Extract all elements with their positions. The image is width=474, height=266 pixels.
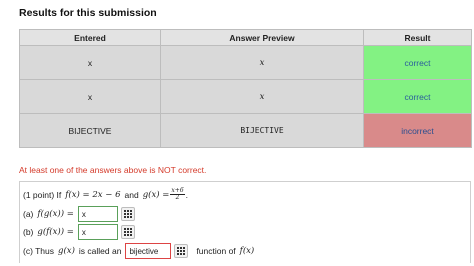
part-b-label: (b) — [23, 227, 34, 237]
table-row: BIJECTIVE BIJECTIVE incorrect — [19, 113, 472, 148]
g-fraction: x+6 2 — [170, 188, 185, 201]
table-row: x x correct — [19, 79, 472, 114]
entered-cell: x — [19, 79, 161, 114]
equation-editor-button[interactable] — [174, 244, 189, 258]
results-table: Entered Answer Preview Result x x correc… — [19, 29, 472, 148]
intro-suffix: . — [185, 189, 189, 200]
part-b-expression: g(f(x)) = — [37, 227, 74, 237]
table-header-row: Entered Answer Preview Result — [19, 29, 472, 46]
part-c-mid: is called an — [78, 246, 122, 256]
part-b: (b) g(f(x)) = x — [23, 224, 135, 240]
grid-icon — [177, 247, 186, 255]
result-cell: correct — [363, 45, 472, 80]
part-c-gx: g(x) — [58, 246, 75, 256]
warning-message: At least one of the answers above is NOT… — [19, 165, 207, 175]
equation-editor-button[interactable] — [120, 207, 135, 221]
header-result: Result — [363, 29, 472, 46]
entered-cell: BIJECTIVE — [19, 113, 161, 148]
part-c-fx: f(x) — [239, 246, 255, 256]
part-c: (c) Thus g(x) is called an bijective fun… — [23, 243, 254, 259]
part-c-answer-input[interactable]: bijective — [125, 243, 172, 259]
g-definition: g(x) = — [142, 189, 170, 200]
page-title: Results for this submission — [19, 7, 157, 19]
answer-preview-cell: x — [160, 79, 364, 114]
header-entered: Entered — [19, 29, 161, 46]
grid-icon — [123, 228, 132, 236]
result-cell: incorrect — [363, 113, 472, 148]
intro-prefix: (1 point) If — [23, 189, 62, 200]
grid-icon — [123, 210, 132, 218]
part-a: (a) f(g(x)) = x — [23, 206, 135, 222]
header-answer-preview: Answer Preview — [160, 29, 364, 46]
table-row: x x correct — [19, 45, 472, 80]
answer-preview-cell: x — [160, 45, 364, 80]
g-fraction-denominator: 2 — [175, 194, 180, 201]
part-c-prefix: (c) Thus — [23, 246, 55, 256]
equation-editor-button[interactable] — [120, 225, 135, 239]
part-a-expression: f(g(x)) = — [37, 209, 74, 219]
part-c-suffix: function of — [196, 246, 236, 256]
f-definition: f(x) = 2x − 6 — [65, 189, 121, 200]
result-cell: correct — [363, 79, 472, 114]
problem-box: (1 point) If f(x) = 2x − 6 and g(x) = x+… — [19, 181, 471, 263]
answer-preview-cell: BIJECTIVE — [160, 113, 364, 148]
part-a-answer-input[interactable]: x — [77, 206, 118, 222]
problem-statement: (1 point) If f(x) = 2x − 6 and g(x) = x+… — [23, 188, 188, 201]
part-b-answer-input[interactable]: x — [77, 224, 118, 240]
entered-cell: x — [19, 45, 161, 80]
and-word: and — [124, 189, 139, 200]
part-a-label: (a) — [23, 209, 34, 219]
